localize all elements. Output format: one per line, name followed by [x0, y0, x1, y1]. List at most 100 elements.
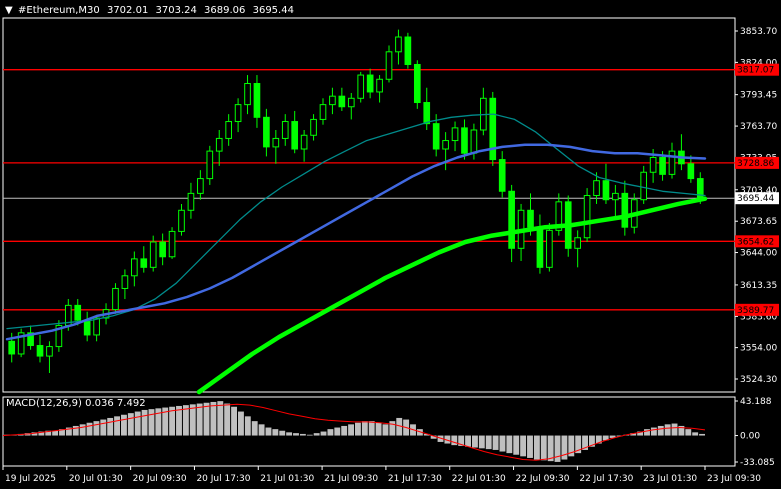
candle-body — [366, 74, 374, 93]
candle — [272, 129, 280, 164]
macd-histogram-bar — [520, 435, 527, 457]
macd-histogram-bar — [293, 433, 299, 436]
macd-histogram-bar — [664, 424, 671, 436]
candle-body — [244, 83, 251, 106]
candle-body — [234, 104, 242, 123]
macd-histogram-bar — [334, 427, 341, 436]
candle — [159, 233, 166, 266]
candle-body — [470, 129, 478, 154]
macd-histogram-bar — [485, 435, 492, 450]
candle — [413, 60, 421, 109]
candle — [395, 29, 402, 65]
macd-histogram-bar — [238, 411, 244, 436]
candle — [678, 134, 685, 171]
candle-body — [121, 275, 129, 289]
candle — [385, 45, 393, 83]
chart-canvas[interactable]: ▼ #Ethereum,M30 3702.01 3703.24 3689.06 … — [0, 0, 781, 489]
macd-histogram-bar — [265, 427, 272, 436]
candle-body — [498, 159, 506, 192]
macd-label: MACD(12,26,9) 0.036 7.492 — [6, 398, 146, 409]
price-tick-label: 3613.35 — [740, 281, 777, 291]
macd-histogram-bar — [244, 416, 251, 436]
macd-histogram-bar — [121, 414, 127, 436]
time-tick-label: 20 Jul 17:30 — [196, 474, 250, 484]
candle-body — [347, 97, 355, 108]
macd-histogram-bar — [203, 402, 210, 436]
candle-body — [197, 178, 204, 194]
candle-body — [357, 74, 365, 99]
macd-histogram-bar — [93, 421, 100, 436]
candle-body — [376, 78, 383, 93]
candle-body — [621, 192, 629, 228]
candle — [244, 75, 251, 115]
candle-body — [319, 104, 327, 120]
candle — [281, 114, 289, 146]
candle — [376, 75, 383, 103]
candle-body — [168, 230, 176, 258]
macd-histogram-bar — [217, 401, 224, 436]
macd-histogram-bar — [148, 409, 155, 436]
macd-histogram-bar — [196, 403, 203, 436]
candle — [197, 170, 204, 200]
main-price-pane[interactable] — [2, 17, 736, 395]
macd-histogram-bar — [644, 429, 650, 436]
candle-body — [225, 121, 232, 139]
candle-body — [536, 226, 544, 268]
macd-histogram-bar — [368, 421, 375, 436]
candle — [131, 251, 138, 287]
macd-histogram-bar — [313, 433, 320, 436]
candle — [140, 246, 148, 273]
macd-histogram-bar — [699, 433, 705, 436]
macd-histogram-bar — [506, 435, 513, 454]
candle-body — [206, 150, 214, 180]
candle-body — [527, 209, 534, 228]
candle — [480, 87, 487, 136]
candle-body — [338, 95, 346, 108]
candle-body — [112, 287, 119, 311]
macd-histogram-bar — [348, 424, 354, 436]
candle — [319, 98, 327, 125]
time-tick-label: 22 Jul 17:30 — [579, 474, 633, 484]
candle-body — [659, 156, 666, 175]
macd-histogram-bar — [286, 432, 293, 436]
candle-body — [253, 83, 261, 118]
macd-histogram-bar — [231, 406, 237, 436]
candle-body — [451, 127, 459, 142]
candle — [357, 71, 365, 103]
candle — [536, 214, 544, 274]
macd-histogram-bar — [671, 423, 678, 436]
candle — [461, 119, 468, 160]
candle-body — [574, 237, 581, 249]
time-tick-label: 21 Jul 17:30 — [388, 474, 442, 484]
macd-histogram-bar — [327, 429, 334, 436]
candle — [347, 93, 355, 120]
candle — [17, 328, 25, 358]
triangle-down-icon[interactable]: ▼ — [5, 5, 13, 16]
macd-histogram-bar — [141, 409, 148, 436]
macd-histogram-bar — [355, 422, 361, 436]
candle — [498, 151, 506, 198]
macd-histogram-bar — [451, 435, 458, 446]
macd-histogram-bar — [465, 435, 471, 447]
macd-histogram-bar — [79, 424, 86, 436]
candle — [451, 121, 459, 152]
candle — [291, 110, 299, 154]
macd-histogram-bar — [100, 419, 107, 436]
macd-histogram-bar — [52, 430, 59, 436]
macd-histogram-bar — [258, 424, 265, 436]
price-tick-label: 3554.00 — [740, 344, 777, 354]
candle — [206, 145, 214, 185]
candle-body — [546, 229, 553, 268]
macd-histogram-bar — [389, 421, 396, 436]
candle-body — [149, 241, 157, 268]
macd-histogram-bar — [306, 434, 313, 436]
macd-axis: 43.188 0.00 -33.085 — [735, 397, 775, 468]
candle — [225, 114, 232, 146]
candle — [574, 230, 581, 268]
time-tick-label: 20 Jul 09:30 — [133, 474, 187, 484]
macd-tick-label: 43.188 — [740, 397, 772, 407]
candle-body — [508, 190, 515, 249]
open-value: 3702.01 — [107, 5, 148, 16]
ma-slow-line — [196, 196, 708, 395]
price-tick-label: 3763.70 — [740, 122, 777, 132]
